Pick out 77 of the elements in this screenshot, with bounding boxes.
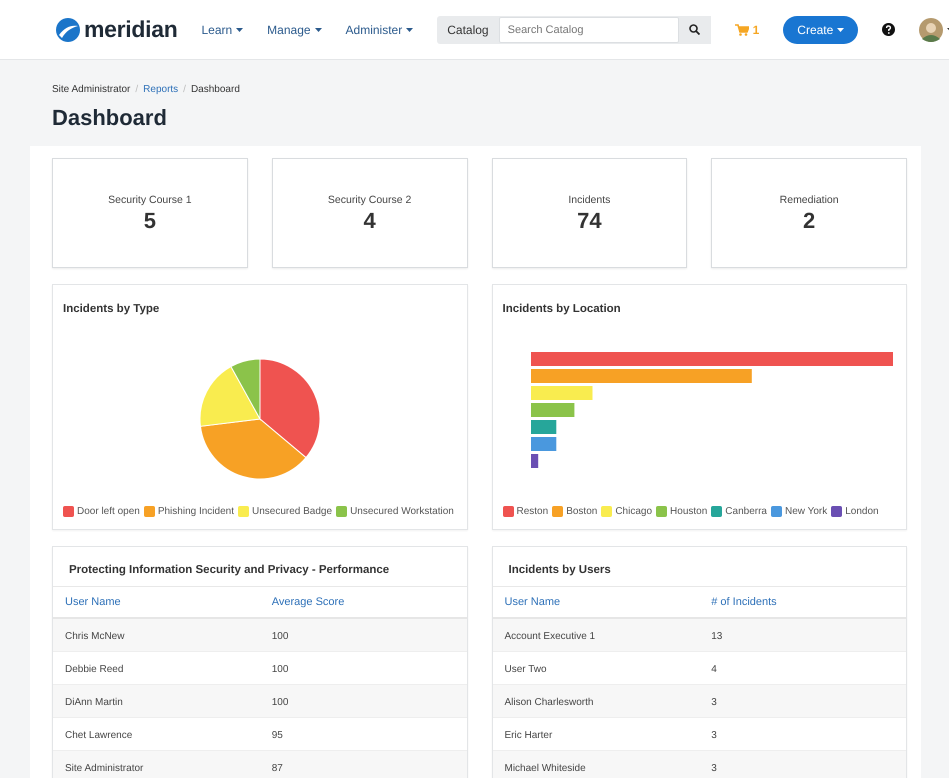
table-cell-text: 95 <box>270 728 284 743</box>
table-title: Protecting Information Security and Privacy - Performance <box>53 547 466 588</box>
caret-icon <box>406 28 414 32</box>
table-cell-text: Account Executive 1 <box>504 630 596 644</box>
bar <box>530 420 556 434</box>
help-icon <box>882 23 896 36</box>
breadcrumb-item: Dashboard <box>190 83 240 97</box>
stat-label: Incidents <box>568 193 610 208</box>
legend-label: Unsecured Workstation <box>350 505 454 519</box>
table-title: Incidents by Users <box>492 547 906 588</box>
cart-icon <box>734 24 749 36</box>
bar <box>530 436 556 451</box>
caret-icon <box>236 28 244 32</box>
table-cell-text: Eric Harter <box>504 728 554 743</box>
legend-label: Canberra <box>725 505 767 519</box>
breadcrumb-separator: / <box>135 83 138 97</box>
table-cell-text: 100 <box>270 696 290 710</box>
stat-label: Security Course 1 <box>108 193 192 208</box>
column-header[interactable]: User Name <box>492 587 700 617</box>
bar <box>530 402 574 417</box>
bar <box>530 386 592 400</box>
nav-menu-link[interactable]: Learn <box>201 20 244 38</box>
nav-menu-link[interactable]: Manage <box>267 20 322 38</box>
chart-title: Incidents by Location <box>502 302 622 317</box>
column-header[interactable]: User Name <box>53 587 260 617</box>
chart-title: Incidents by Type <box>63 302 160 317</box>
table-cell-text: Chet Lawrence <box>64 728 134 743</box>
user-menu[interactable] <box>919 18 949 42</box>
stat-value: 5 <box>144 208 156 233</box>
table-cell-text: Alison Charlesworth <box>504 696 594 710</box>
table-cell-text: Site Administrator <box>64 762 144 776</box>
legend-label: New York <box>784 505 828 519</box>
cart-count: 1 <box>752 22 760 38</box>
legend-label: London <box>845 505 879 519</box>
legend-label: Houston <box>670 505 708 519</box>
table-cell-text: 13 <box>710 630 724 644</box>
table-cell-text: 100 <box>270 662 290 677</box>
breadcrumb-link[interactable]: Reports <box>143 82 178 97</box>
nav-menu-link[interactable]: Administer <box>346 20 414 38</box>
page-title: Dashboard <box>52 104 168 132</box>
breadcrumb-separator: / <box>183 83 186 97</box>
table-cell-text: 4 <box>710 662 718 677</box>
search-field[interactable]: Search Catalog <box>498 16 679 42</box>
logo-icon <box>56 18 80 42</box>
create-button[interactable]: Create <box>783 16 858 44</box>
stat-label: Remediation <box>780 193 839 208</box>
avatar-icon <box>919 18 944 42</box>
table-cell-text: 3 <box>710 696 718 710</box>
table-cell-text: User Two <box>504 662 548 677</box>
stat-label: Security Course 2 <box>328 193 412 208</box>
logo-text: meridian <box>84 15 178 44</box>
catalog-label: Catalog <box>446 22 490 38</box>
table-cell-text: 87 <box>270 762 284 776</box>
table-cell-text: DiAnn Martin <box>64 696 124 710</box>
help-link[interactable] <box>882 23 896 36</box>
breadcrumb-item: Site Administrator <box>52 83 130 97</box>
legend-label: Reston <box>516 505 548 519</box>
table-cell-text: Debbie Reed <box>64 662 124 677</box>
legend-label: Phishing Incident <box>158 505 234 519</box>
legend-label: Chicago <box>615 505 652 519</box>
table-cell-text: 3 <box>710 728 718 743</box>
table-cell-text: Chris McNew <box>64 630 126 644</box>
caret-icon <box>837 28 844 32</box>
table-cell-text: 3 <box>710 762 718 776</box>
column-header[interactable]: Average Score <box>260 587 466 617</box>
legend-label: Door left open <box>77 505 140 519</box>
table-cell-text: Michael Whiteside <box>504 762 587 776</box>
stat-value: 2 <box>803 208 816 233</box>
legend-label: Boston <box>566 505 598 519</box>
legend-label: Unsecured Badge <box>252 505 332 519</box>
stat-value: 74 <box>577 208 602 233</box>
caret-icon <box>314 28 322 32</box>
stat-value: 4 <box>364 208 376 233</box>
table-cell-text: 100 <box>270 630 290 644</box>
search-icon <box>689 24 700 35</box>
column-header[interactable]: # of Incidents <box>699 587 906 617</box>
bar <box>530 454 538 468</box>
